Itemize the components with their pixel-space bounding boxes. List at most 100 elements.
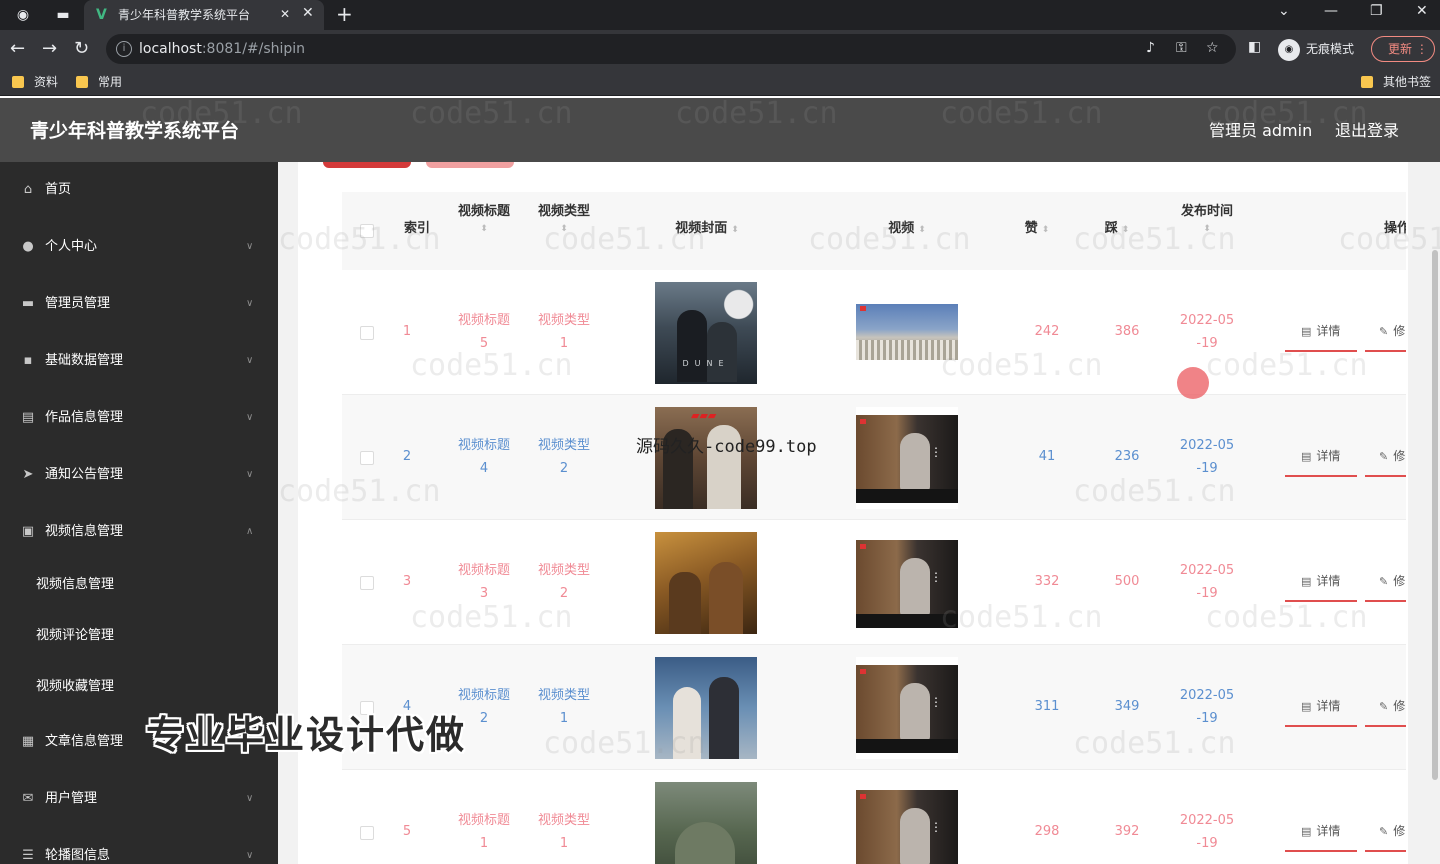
browser-tab-bar: ◉ ▬ V 青少年科普教学系统平台 ✕ ✕ + ⌄ — ❐ ✕ xyxy=(0,0,1440,30)
sidebar-item-works[interactable]: ▤ 作品信息管理 ∨ xyxy=(0,398,278,438)
row-checkbox[interactable] xyxy=(360,326,374,340)
other-bookmarks[interactable]: 其他书签 xyxy=(1361,74,1431,90)
cell-type: 视频类型 1 xyxy=(537,688,590,726)
edit-icon: ✎ xyxy=(1379,450,1389,463)
row-checkbox[interactable] xyxy=(360,576,374,590)
incognito-indicator[interactable]: ◉ 无痕模式 xyxy=(1278,37,1354,61)
detail-button[interactable]: ▤ 详情 xyxy=(1285,566,1357,602)
chevron-down-icon: ∨ xyxy=(246,355,254,366)
update-button[interactable]: 更新 ⋮ xyxy=(1371,36,1435,62)
click-indicator xyxy=(1177,367,1209,399)
forward-icon[interactable]: → xyxy=(42,38,57,60)
row-checkbox[interactable] xyxy=(360,826,374,840)
sort-icon[interactable]: ⬍ xyxy=(918,225,926,235)
col-type[interactable]: 视频类型 ⬍ xyxy=(524,201,604,235)
edit-icon: ✎ xyxy=(1379,325,1389,338)
list-icon: ☰ xyxy=(22,848,34,863)
cell-likes: 298 xyxy=(1034,824,1060,839)
new-tab-icon[interactable]: + xyxy=(336,2,353,26)
video-player[interactable]: ⋮ xyxy=(856,657,958,759)
mail-icon: ✉ xyxy=(22,791,34,806)
close-tab-icon[interactable]: ✕ xyxy=(302,5,314,21)
sidebar-item-home[interactable]: ⌂ 首页 xyxy=(0,170,278,210)
edit-button[interactable]: ✎ 修 xyxy=(1365,691,1406,727)
cell-dislikes: 500 xyxy=(1114,574,1140,589)
bookmark-folder-ziliao[interactable]: 资料 xyxy=(12,74,58,90)
browser-tab[interactable]: V 青少年科普教学系统平台 ✕ ✕ xyxy=(84,0,324,30)
browser-menu-icon[interactable]: ◉ xyxy=(14,6,32,24)
video-player[interactable]: ⋮ xyxy=(856,782,958,864)
tab-title: 青少年科普教学系统平台 xyxy=(118,8,251,22)
table-row: 4 视频标题 2 视频类型 1 ⋮ 311 349 2022-05 -19 ▤ … xyxy=(342,645,1406,770)
col-title[interactable]: 视频标题 ⬍ xyxy=(442,201,526,235)
col-video[interactable]: 视频 ⬍ xyxy=(842,218,972,241)
media-icon[interactable]: ♪ xyxy=(1146,40,1155,56)
video-player[interactable]: ⋮ xyxy=(856,532,958,634)
video-cover-image xyxy=(655,532,757,634)
col-index[interactable]: 索引 xyxy=(392,218,442,240)
bookmark-folder-changyong[interactable]: 常用 xyxy=(76,74,122,90)
admin-label: 管理员 admin xyxy=(1209,121,1313,140)
detail-button[interactable]: ▤ 详情 xyxy=(1285,316,1357,352)
side-panel-icon[interactable]: ◧ xyxy=(1248,39,1261,55)
url-text[interactable]: localhost:8081/#/shipin xyxy=(139,41,305,57)
sidebar-item-carousel[interactable]: ☰ 轮播图信息 ∨ xyxy=(0,836,278,864)
tab-search-icon[interactable]: ▬ xyxy=(54,6,72,24)
cell-type: 视频类型 1 xyxy=(537,313,590,351)
col-cover[interactable]: 视频封面 ⬍ xyxy=(642,218,772,241)
reload-icon[interactable]: ↻ xyxy=(74,38,89,60)
logout-link[interactable]: 退出登录 xyxy=(1335,120,1399,142)
cell-title: 视频标题 3 xyxy=(457,563,510,601)
sidebar-subitem-video-comment[interactable]: 视频评论管理 xyxy=(36,616,114,656)
restore-icon[interactable]: ❐ xyxy=(1370,3,1383,19)
row-checkbox[interactable] xyxy=(360,451,374,465)
info-icon[interactable]: i xyxy=(116,41,132,57)
back-icon[interactable]: ← xyxy=(10,38,25,60)
sidebar-item-admin[interactable]: ▬ 管理员管理 ∨ xyxy=(0,284,278,324)
edit-button[interactable]: ✎ 修 xyxy=(1365,316,1406,352)
minimize-icon[interactable]: — xyxy=(1324,3,1338,19)
add-button[interactable] xyxy=(323,162,411,168)
close-window-icon[interactable]: ✕ xyxy=(1416,3,1428,19)
cell-dislikes: 392 xyxy=(1114,824,1140,839)
col-time[interactable]: 发布时间 ⬍ xyxy=(1162,201,1252,235)
star-icon[interactable]: ☆ xyxy=(1206,40,1219,56)
col-likes[interactable]: 赞 ⬍ xyxy=(1012,218,1062,241)
edit-button[interactable]: ✎ 修 xyxy=(1365,441,1406,477)
sort-icon[interactable]: ⬍ xyxy=(731,225,739,235)
select-all-checkbox[interactable] xyxy=(360,224,374,238)
cell-index: 2 xyxy=(402,449,412,464)
sort-icon[interactable]: ⬍ xyxy=(1122,225,1130,235)
source-watermark: 源码久久-code99.top xyxy=(636,437,817,457)
chevron-down-icon: ∨ xyxy=(246,793,254,804)
sort-icon[interactable]: ⬍ xyxy=(524,223,604,235)
sidebar-item-video[interactable]: ▣ 视频信息管理 ∧ xyxy=(0,512,278,552)
sort-icon[interactable]: ⬍ xyxy=(1042,225,1050,235)
video-player[interactable] xyxy=(856,282,958,384)
incognito-icon: ◉ xyxy=(1278,38,1300,61)
sidebar-subitem-video-favorite[interactable]: 视频收藏管理 xyxy=(36,667,114,707)
detail-button[interactable]: ▤ 详情 xyxy=(1285,691,1357,727)
sidebar-item-notice[interactable]: ➤ 通知公告管理 ∨ xyxy=(0,455,278,495)
sidebar-item-base-data[interactable]: ▪ 基础数据管理 ∨ xyxy=(0,341,278,381)
video-player[interactable]: ⋮ xyxy=(856,407,958,509)
delete-button[interactable] xyxy=(426,162,514,168)
col-dislikes[interactable]: 踩 ⬍ xyxy=(1092,218,1142,241)
promo-overlay: 专业毕业设计代做 xyxy=(146,713,467,757)
url-field[interactable]: i localhost:8081/#/shipin ♪ ⚿ ☆ xyxy=(106,34,1236,64)
key-icon[interactable]: ⚿ xyxy=(1176,40,1187,56)
detail-button[interactable]: ▤ 详情 xyxy=(1285,816,1357,852)
tab-list-icon[interactable]: ⌄ xyxy=(1278,3,1290,19)
mute-icon[interactable]: ✕ xyxy=(280,7,290,21)
edit-button[interactable]: ✎ 修 xyxy=(1365,816,1406,852)
sidebar-item-profile[interactable]: ● 个人中心 ∨ xyxy=(0,227,278,267)
table-row: 5 视频标题 1 视频类型 1 ⋮ 298 392 2022-05 -19 ▤ … xyxy=(342,770,1406,864)
scrollbar[interactable] xyxy=(1432,250,1438,780)
sidebar-subitem-video-info[interactable]: 视频信息管理 xyxy=(36,565,114,605)
sidebar-item-users[interactable]: ✉ 用户管理 ∨ xyxy=(0,779,278,819)
detail-button[interactable]: ▤ 详情 xyxy=(1285,441,1357,477)
edit-button[interactable]: ✎ 修 xyxy=(1365,566,1406,602)
app-title: 青少年科普教学系统平台 xyxy=(30,120,240,142)
sort-icon[interactable]: ⬍ xyxy=(442,223,526,235)
sort-icon[interactable]: ⬍ xyxy=(1162,223,1252,235)
